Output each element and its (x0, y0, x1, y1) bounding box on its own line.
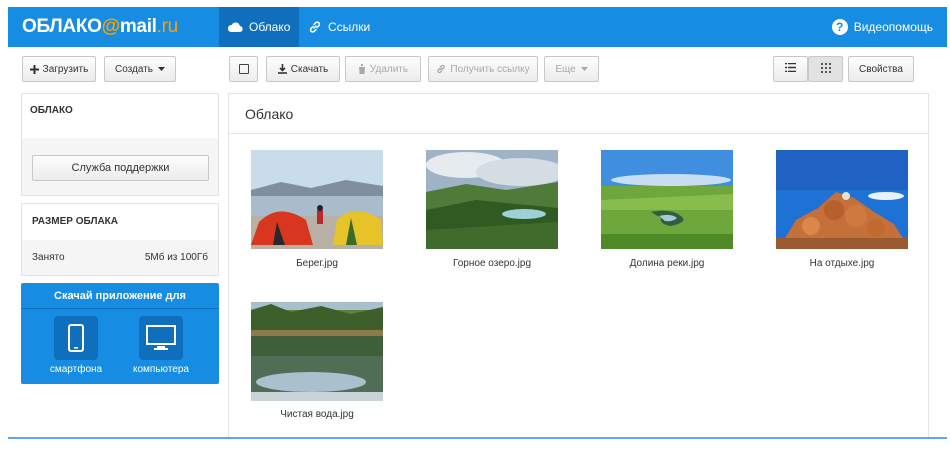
file-thumbnail[interactable] (251, 150, 383, 249)
get-link-button[interactable]: Получить ссылку (428, 56, 538, 82)
list-view-icon (785, 62, 796, 75)
grid-view-button[interactable] (808, 56, 843, 82)
tab-cloud[interactable]: Облако (219, 7, 299, 47)
logo[interactable]: ОБЛАКО@mail.ru (22, 16, 178, 38)
smartphone-app-link[interactable]: смартфона (41, 316, 111, 375)
storage-size-panel: РАЗМЕР ОБЛАКА Занято 5Мб из 100Гб (21, 203, 219, 276)
video-help-link[interactable]: ? Видеопомощь (831, 7, 933, 47)
cloud-panel: ОБЛАКО Служба поддержки (21, 93, 219, 196)
file-name[interactable]: Чистая вода.jpg (237, 409, 397, 420)
video-help-label: Видеопомощь (853, 20, 933, 34)
cloud-panel-title: ОБЛАКО (30, 105, 73, 116)
more-label: Еще (555, 63, 576, 75)
support-button[interactable]: Служба поддержки (32, 155, 209, 181)
file-thumbnail[interactable] (776, 150, 908, 249)
select-all-checkbox[interactable] (229, 56, 258, 82)
delete-button[interactable]: Удалить (345, 56, 421, 82)
file-name[interactable]: Горное озеро.jpg (412, 258, 572, 269)
page-title: Облако (245, 106, 294, 122)
create-button[interactable]: Создать (104, 56, 176, 82)
help-icon: ? (831, 19, 848, 35)
download-icon (277, 64, 287, 74)
file-thumbnail[interactable] (601, 150, 733, 249)
cloud-icon (227, 21, 243, 33)
grid-view-icon (820, 62, 831, 76)
upload-label: Загрузить (42, 63, 89, 75)
plus-icon (29, 64, 39, 74)
file-thumbnail[interactable] (426, 150, 558, 249)
file-browser: Облако Берег.jpg Горное озеро.jpg Долина… (228, 93, 929, 438)
properties-label: Свойства (859, 63, 903, 75)
list-view-button[interactable] (773, 56, 808, 82)
storage-used-value: 5Мб из 100Гб (144, 252, 208, 263)
tab-links-label: Ссылки (328, 20, 371, 34)
more-button[interactable]: Еще (544, 56, 599, 82)
footer-divider (8, 437, 947, 439)
link-icon (436, 64, 446, 74)
monitor-icon (139, 316, 183, 360)
file-thumbnail[interactable] (251, 302, 383, 401)
file-name[interactable]: Берег.jpg (237, 258, 397, 269)
computer-app-label: компьютера (133, 364, 189, 375)
get-link-label: Получить ссылку (450, 63, 530, 75)
smartphone-icon (54, 316, 98, 360)
delete-label: Удалить (369, 63, 409, 75)
checkbox-icon (238, 64, 249, 74)
tab-links[interactable]: Ссылки (300, 7, 378, 47)
caret-down-icon (580, 67, 588, 71)
storage-size-title: РАЗМЕР ОБЛАКА (32, 216, 119, 227)
tab-cloud-label: Облако (249, 20, 291, 34)
smartphone-app-label: смартфона (49, 364, 103, 375)
file-name[interactable]: На отдыхе.jpg (762, 258, 922, 269)
app-download-promo: Скачай приложение для смартфона компьюте… (21, 283, 219, 384)
storage-used-label: Занято (32, 252, 65, 263)
link-icon (308, 20, 322, 34)
create-label: Создать (114, 63, 153, 75)
top-header: ОБЛАКО@mail.ru Облако Ссылки ? Видеопомо… (8, 7, 947, 47)
title-divider (229, 133, 928, 134)
app-promo-title: Скачай приложение для (21, 283, 219, 309)
upload-button[interactable]: Загрузить (22, 56, 96, 82)
file-name[interactable]: Долина реки.jpg (587, 258, 747, 269)
caret-down-icon (158, 67, 165, 71)
properties-button[interactable]: Свойства (848, 56, 914, 82)
trash-icon (357, 64, 366, 74)
computer-app-link[interactable]: компьютера (126, 316, 196, 375)
download-label: Скачать (290, 63, 329, 75)
download-button[interactable]: Скачать (266, 56, 340, 82)
